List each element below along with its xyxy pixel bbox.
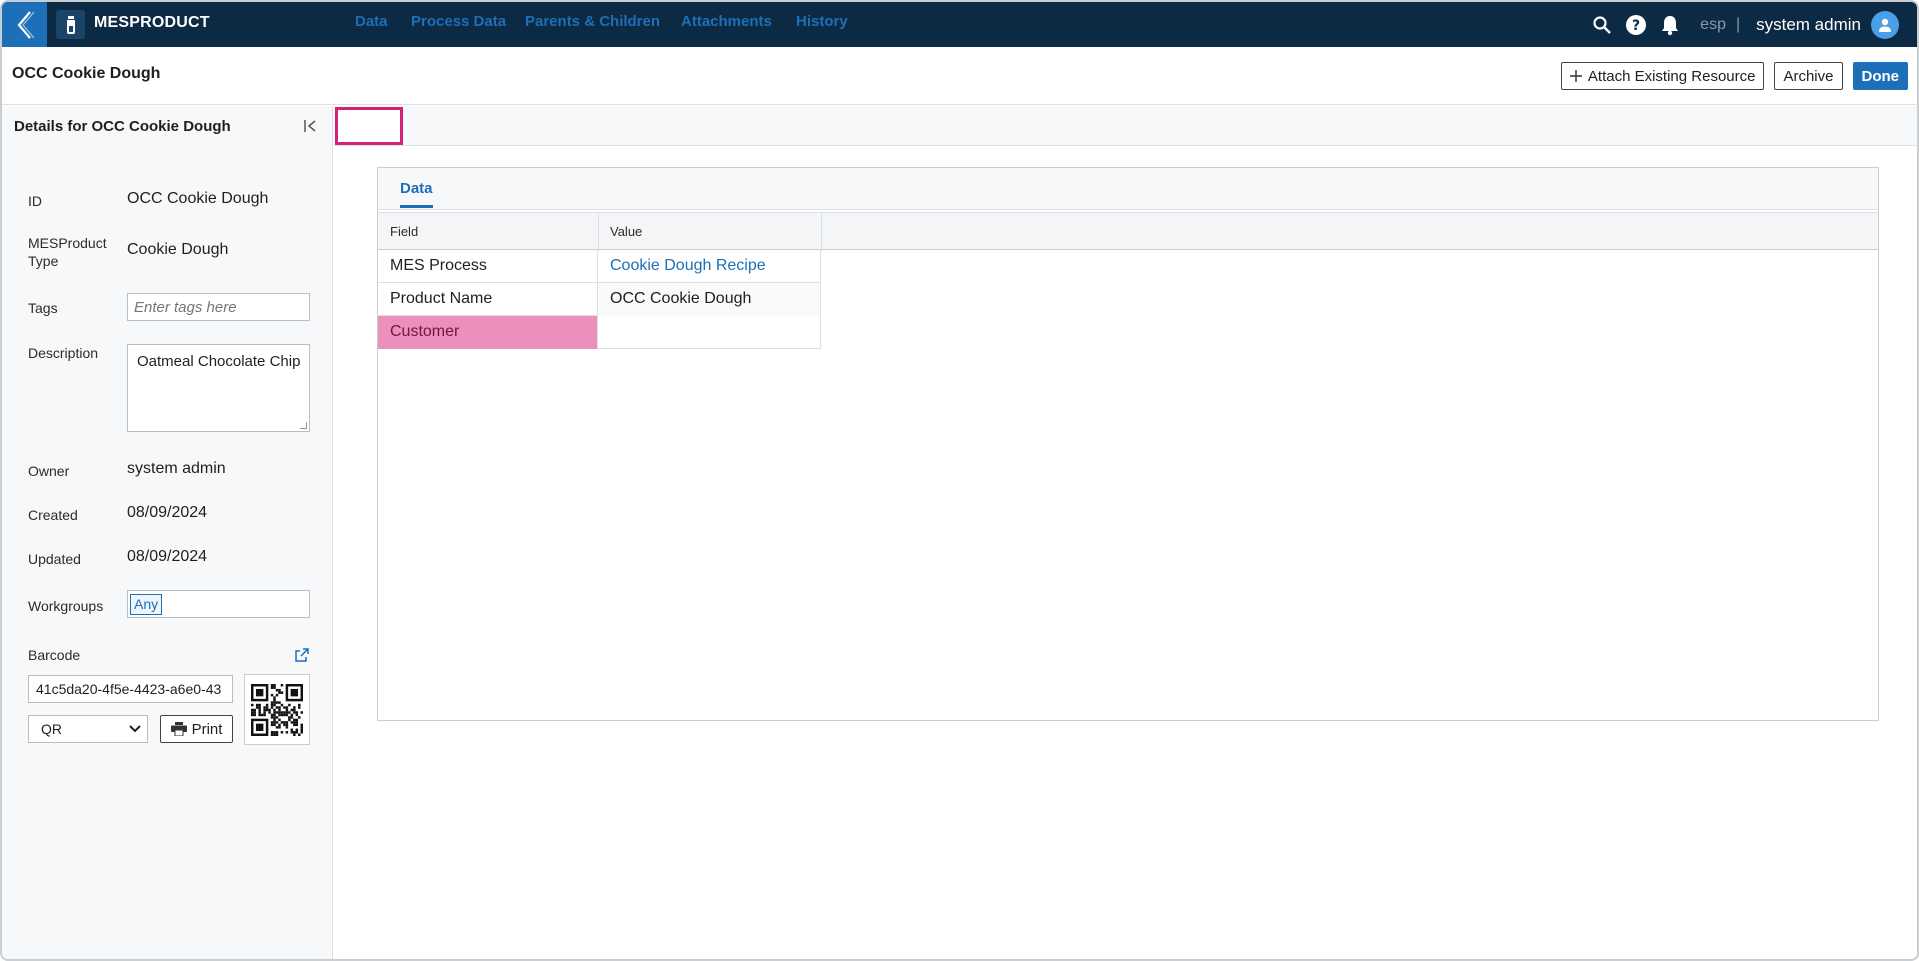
- bell-icon[interactable]: [1658, 13, 1682, 37]
- print-label: Print: [191, 720, 223, 738]
- column-divider[interactable]: [598, 213, 599, 251]
- qr-code: [244, 674, 310, 745]
- chevron-down-icon: [129, 725, 141, 733]
- column-header-value[interactable]: Value: [610, 224, 642, 239]
- column-header-field[interactable]: Field: [390, 224, 418, 239]
- active-tab-highlight: [335, 107, 403, 145]
- tab-bar: [334, 106, 1917, 146]
- created-label: Created: [28, 507, 78, 523]
- id-label: ID: [28, 193, 42, 209]
- created-value: 08/09/2024: [127, 504, 208, 521]
- workgroups-field[interactable]: Any: [127, 590, 310, 618]
- tenant-label: esp: [1700, 15, 1726, 33]
- plus-icon: [1569, 70, 1582, 82]
- app-title: MESPRODUCT: [94, 14, 210, 31]
- product-app-icon: [56, 10, 85, 39]
- topbar-actions: ? esp | system admin: [1590, 2, 1899, 47]
- barcode-input[interactable]: 41c5da20-4f5e-4423-a6e0-43: [28, 675, 233, 703]
- updated-value: 08/09/2024: [127, 548, 208, 565]
- owner-value: system admin: [127, 460, 226, 477]
- external-link-icon[interactable]: [294, 647, 310, 663]
- table-row: Product Name OCC Cookie Dough: [378, 283, 821, 316]
- collapse-sidebar-icon[interactable]: [302, 117, 320, 135]
- back-button[interactable]: [2, 2, 47, 47]
- type-value: Cookie Dough: [127, 241, 229, 258]
- archive-button[interactable]: Archive: [1774, 62, 1843, 90]
- description-field[interactable]: Oatmeal Chocolate Chip: [127, 344, 310, 432]
- workgroups-label: Workgroups: [28, 598, 104, 614]
- printer-icon: [170, 722, 187, 736]
- chevron-left-icon: [17, 10, 34, 39]
- product-name-value[interactable]: OCC Cookie Dough: [598, 283, 821, 316]
- customer-value-input[interactable]: [598, 316, 821, 349]
- details-sidebar: Details for OCC Cookie Dough ID OCC Cook…: [2, 106, 333, 959]
- attach-existing-resource-label: Attach Existing Resource: [1587, 67, 1756, 85]
- tab-data[interactable]: Data: [355, 13, 388, 30]
- customer-field-required: Customer: [378, 316, 598, 349]
- tab-process-data[interactable]: Process Data: [411, 13, 506, 30]
- field-cell: Product Name: [378, 283, 598, 316]
- tab-history[interactable]: History: [796, 13, 848, 30]
- barcode-label: Barcode: [28, 647, 81, 663]
- page-header: OCC Cookie Dough Attach Existing Resourc…: [2, 47, 1917, 105]
- attach-existing-resource-button[interactable]: Attach Existing Resource: [1560, 62, 1765, 90]
- tenant-separator: |: [1735, 15, 1741, 33]
- user-name[interactable]: system admin: [1756, 15, 1861, 35]
- description-text: Oatmeal Chocolate Chip: [137, 353, 301, 370]
- tags-label: Tags: [28, 300, 58, 316]
- workgroup-chip[interactable]: Any: [130, 594, 163, 615]
- field-cell: MES Process: [378, 250, 598, 283]
- grid-header: Field Value: [378, 212, 1878, 251]
- top-navigation-bar: MESPRODUCT ? esp | system admin: [2, 2, 1917, 47]
- owner-label: Owner: [28, 463, 70, 479]
- mes-process-link[interactable]: Cookie Dough Recipe: [598, 250, 821, 283]
- app-window: MESPRODUCT ? esp | system admin OCC Cook…: [0, 0, 1919, 961]
- header-actions: Attach Existing Resource Archive Done: [1560, 62, 1908, 90]
- page-title: OCC Cookie Dough: [12, 65, 161, 82]
- panel-tab-indicator: [400, 205, 433, 208]
- panel-tab-data[interactable]: Data: [400, 180, 433, 197]
- data-panel: Data Field Value MES Process Cookie Doug…: [377, 167, 1879, 721]
- svg-text:?: ?: [1632, 18, 1640, 34]
- table-row: Customer: [378, 316, 821, 349]
- tags-input[interactable]: [127, 293, 310, 321]
- avatar[interactable]: [1871, 10, 1899, 39]
- type-label: MESProduct Type: [28, 235, 107, 269]
- sidebar-title: Details for OCC Cookie Dough: [14, 118, 231, 135]
- help-icon[interactable]: ?: [1624, 13, 1648, 37]
- print-button[interactable]: Print: [160, 715, 233, 743]
- tab-attachments[interactable]: Attachments: [681, 13, 772, 30]
- tab-parents-children[interactable]: Parents & Children: [525, 13, 660, 30]
- updated-label: Updated: [28, 551, 81, 567]
- search-icon[interactable]: [1590, 13, 1614, 37]
- resize-handle[interactable]: [300, 422, 307, 429]
- table-row: MES Process Cookie Dough Recipe: [378, 250, 821, 283]
- done-button[interactable]: Done: [1852, 62, 1908, 90]
- description-label: Description: [28, 345, 99, 361]
- barcode-type-value: QR: [41, 721, 62, 737]
- id-value: OCC Cookie Dough: [127, 190, 269, 207]
- user-icon: [1879, 18, 1891, 32]
- column-divider[interactable]: [821, 213, 822, 251]
- qr-code-image: [251, 683, 303, 736]
- barcode-type-select[interactable]: QR: [28, 715, 148, 743]
- panel-tab-bar: Data: [378, 168, 1878, 210]
